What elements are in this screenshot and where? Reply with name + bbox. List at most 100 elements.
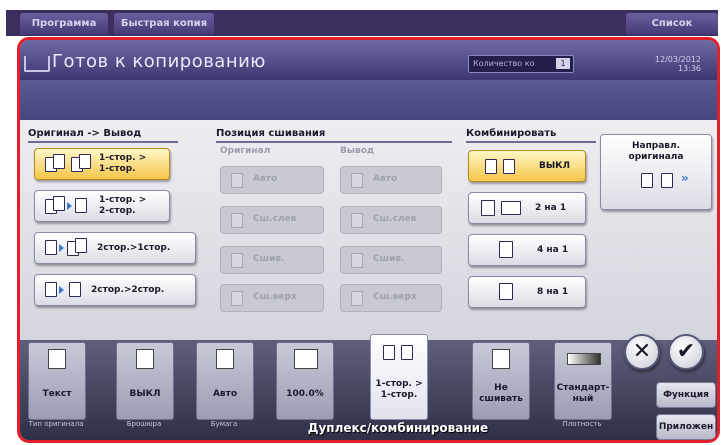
binding-original-left[interactable]: Сш.слев xyxy=(220,206,324,234)
tile-duplex[interactable]: 1-стор. > 1-стор. xyxy=(370,334,428,420)
function-button[interactable]: Функция xyxy=(656,382,716,408)
page-icon xyxy=(351,253,363,268)
staple-icon xyxy=(492,349,510,369)
top-tab-bar: Программа Быстрая копия Список Заданий xyxy=(6,10,718,51)
section-divider xyxy=(28,141,178,143)
more-arrow-icon: » xyxy=(681,171,689,185)
binding-output-label: Вывод xyxy=(340,146,375,156)
application-button[interactable]: Приложен xyxy=(656,414,716,440)
binding-output-auto[interactable]: Авто xyxy=(340,166,442,194)
tile-label: 1-стор. xyxy=(380,390,418,400)
screen-frame: Готов к копированию Количество ко 1 12/0… xyxy=(17,37,720,443)
binding-original-center[interactable]: Сшив. xyxy=(220,246,324,274)
tab-quick-copy[interactable]: Быстрая копия xyxy=(114,13,214,35)
page-icon xyxy=(499,241,513,258)
header-bar: Готов к копированию Количество ко 1 12/0… xyxy=(20,40,717,80)
page-icon xyxy=(75,198,87,213)
option-2-to-1[interactable]: 2стор.>1стор. xyxy=(34,232,196,264)
binding-output-top[interactable]: Сш.верх xyxy=(340,284,442,312)
page-icon xyxy=(485,159,497,174)
duplex-panel: Оригинал -> Вывод 1-стор. > 1-стор. 1-ст… xyxy=(20,120,717,340)
arrow-right-icon xyxy=(59,286,64,294)
arrow-right-icon xyxy=(59,244,64,252)
arrow-right-icon xyxy=(67,202,72,210)
page-icon xyxy=(45,282,57,297)
option-label: 2стор.>2стор. xyxy=(91,285,165,295)
binding-original-label: Оригинал xyxy=(220,146,271,156)
tile-label: Авто xyxy=(212,389,238,399)
section-divider xyxy=(466,141,596,143)
copier-screen: Программа Быстрая копия Список Заданий Г… xyxy=(0,0,723,445)
page-icon xyxy=(45,240,57,255)
tile-density[interactable]: Стандарт- ный xyxy=(554,342,612,420)
combine-4in1[interactable]: 4 на 1 xyxy=(468,234,586,266)
binding-output-left[interactable]: Сш.слев xyxy=(340,206,442,234)
option-label: 2 на 1 xyxy=(535,203,567,213)
option-label: ВЫКЛ xyxy=(539,161,571,171)
tile-caption: Бумага xyxy=(210,420,238,428)
option-label: 1-стор. > xyxy=(99,195,147,205)
page-icon xyxy=(53,154,65,169)
ok-button[interactable]: ✔ xyxy=(668,334,704,370)
tile-finishing[interactable]: Не сшивать xyxy=(472,342,530,420)
quantity-box[interactable]: Количество ко 1 xyxy=(468,55,574,73)
tile-booklet[interactable]: ВЫКЛ xyxy=(116,342,174,420)
option-label: Сш.слев xyxy=(253,214,297,224)
original-output-title: Оригинал -> Вывод xyxy=(28,128,142,139)
page-icon xyxy=(231,291,243,306)
page-icon xyxy=(351,291,363,306)
direction-label: оригинала xyxy=(628,152,684,162)
original-direction-button[interactable]: Направл. оригинала » xyxy=(600,134,712,210)
tile-original-type[interactable]: Текст xyxy=(28,342,86,420)
quantity-value: 1 xyxy=(556,58,570,69)
option-1-to-2[interactable]: 1-стор. > 2-стор. xyxy=(34,190,170,222)
tile-caption: Плотность xyxy=(562,420,602,428)
combine-8in1[interactable]: 8 на 1 xyxy=(468,276,586,308)
option-1-to-1[interactable]: 1-стор. > 1-стор. xyxy=(34,148,170,180)
option-label: Сш.верх xyxy=(373,292,417,302)
clock: 12/03/2012 13:36 xyxy=(635,55,701,73)
tile-label: ВЫКЛ xyxy=(129,389,161,399)
option-label: Сш.верх xyxy=(253,292,297,302)
tile-label: ный xyxy=(572,394,594,404)
option-label: 2-стор. xyxy=(99,206,136,216)
tile-caption: Тип оригинала xyxy=(28,420,84,428)
binding-original-auto[interactable]: Авто xyxy=(220,166,324,194)
option-label: Сш.слев xyxy=(373,214,417,224)
option-2-to-2[interactable]: 2стор.>2стор. xyxy=(34,274,196,306)
tab-job-list[interactable]: Список Заданий xyxy=(626,13,718,51)
option-label: Авто xyxy=(253,174,278,184)
combine-off[interactable]: ВЫКЛ xyxy=(468,150,586,182)
orientation-icon xyxy=(641,173,653,188)
tile-label: Не xyxy=(494,383,508,393)
page-icon xyxy=(69,282,81,297)
tile-paper[interactable]: Авто xyxy=(196,342,254,420)
tab-program[interactable]: Программа xyxy=(20,13,108,35)
page-icon xyxy=(75,238,87,253)
binding-original-top[interactable]: Сш.верх xyxy=(220,284,324,312)
combine-title: Комбинировать xyxy=(466,128,557,139)
tile-caption: Брошюра xyxy=(126,420,162,428)
page-icon xyxy=(383,345,395,360)
option-label: 1-стор. > xyxy=(99,153,147,163)
page-icon xyxy=(501,201,521,215)
time-text: 13:36 xyxy=(677,64,701,73)
page-icon xyxy=(231,173,243,188)
density-icon xyxy=(567,353,601,365)
copier-icon xyxy=(24,56,50,72)
cancel-button[interactable]: ✕ xyxy=(624,334,660,370)
section-divider xyxy=(216,141,452,143)
binding-output-center[interactable]: Сшив. xyxy=(340,246,442,274)
option-label: Сшив. xyxy=(253,254,285,264)
option-label: Сшив. xyxy=(373,254,405,264)
page-title: Готов к копированию xyxy=(52,51,266,72)
quantity-label: Количество ко xyxy=(473,59,535,68)
tile-zoom[interactable]: 100.0% xyxy=(276,342,334,420)
page-icon xyxy=(499,283,513,300)
tile-label: 100.0% xyxy=(286,389,324,399)
page-icon xyxy=(481,200,495,216)
combine-2in1[interactable]: 2 на 1 xyxy=(468,192,586,224)
tile-label: Стандарт- xyxy=(556,383,610,393)
tile-label: сшивать xyxy=(479,394,523,404)
mode-label: Дуплекс/комбинирование xyxy=(307,421,489,435)
